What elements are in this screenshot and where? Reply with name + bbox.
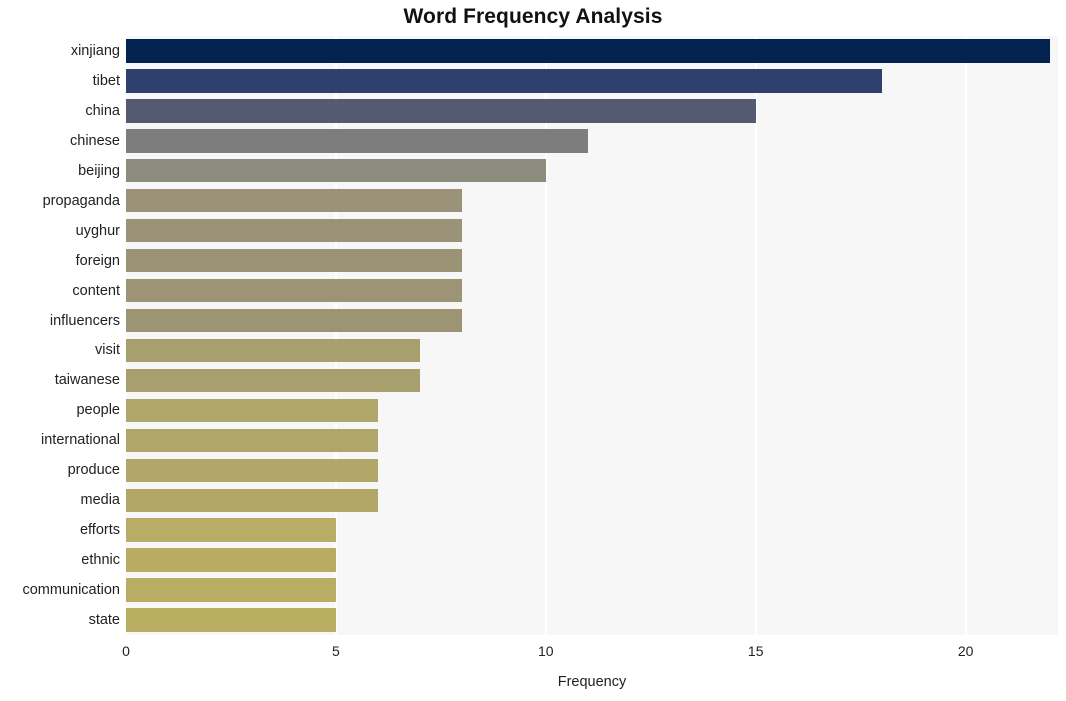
y-tick-label-produce: produce [67, 462, 120, 479]
bar-visit[interactable] [126, 338, 420, 363]
y-tick-label-content: content [72, 282, 120, 299]
bar-row[interactable] [126, 129, 1058, 153]
y-tick-label-communication: communication [22, 582, 120, 599]
bar-content[interactable] [126, 278, 462, 303]
x-tick-label-5: 5 [332, 643, 340, 659]
y-tick-label-efforts: efforts [79, 522, 120, 539]
y-tick-label-people: people [76, 402, 120, 419]
bar-influencers[interactable] [126, 308, 462, 333]
bar-people[interactable] [126, 398, 378, 423]
bar-taiwanese[interactable] [126, 368, 420, 393]
bar-row[interactable] [126, 458, 1058, 482]
bar-row[interactable] [126, 338, 1058, 363]
bar-row[interactable] [126, 428, 1058, 452]
bar-foreign[interactable] [126, 248, 462, 273]
y-tick-label-influencers: influencers [49, 312, 120, 329]
bar-international[interactable] [126, 428, 378, 452]
gridline-x-15 [754, 36, 757, 635]
y-tick-label-propaganda: propaganda [42, 192, 120, 209]
bar-row[interactable] [126, 189, 1058, 213]
y-tick-label-china: china [85, 102, 120, 119]
bar-row[interactable] [126, 69, 1058, 93]
y-tick-label-tibet: tibet [92, 72, 120, 89]
bar-row[interactable] [126, 608, 1058, 632]
y-tick-label-visit: visit [95, 342, 120, 359]
bar-row[interactable] [126, 99, 1058, 123]
bar-row[interactable] [126, 578, 1058, 602]
plot-area [126, 36, 1058, 635]
gridline-x-20 [964, 36, 967, 635]
y-tick-label-xinjiang: xinjiang [70, 42, 120, 59]
bar-row[interactable] [126, 548, 1058, 572]
y-tick-label-foreign: foreign [75, 252, 120, 269]
bar-row[interactable] [126, 218, 1058, 243]
bar-beijing[interactable] [126, 159, 546, 183]
y-tick-label-international: international [41, 432, 120, 449]
chart-title: Word Frequency Analysis [403, 5, 663, 28]
y-tick-label-uyghur: uyghur [75, 222, 120, 239]
y-tick-label-ethnic: ethnic [81, 552, 120, 569]
bar-row[interactable] [126, 159, 1058, 183]
x-tick-label-20: 20 [957, 643, 974, 659]
bar-chinese[interactable] [126, 129, 588, 153]
bar-row[interactable] [126, 488, 1058, 512]
bar-efforts[interactable] [126, 518, 336, 542]
x-tick-label-0: 0 [122, 643, 130, 659]
bar-row[interactable] [126, 368, 1058, 393]
bar-row[interactable] [126, 518, 1058, 542]
bar-china[interactable] [126, 99, 756, 123]
bar-row[interactable] [126, 278, 1058, 303]
x-axis-tick-labels: 0 5 10 15 20 [122, 635, 1058, 665]
bar-uyghur[interactable] [126, 218, 462, 243]
bar-communication[interactable] [126, 578, 336, 602]
bar-row[interactable] [126, 39, 1058, 63]
bar-propaganda[interactable] [126, 189, 462, 213]
bar-ethnic[interactable] [126, 548, 336, 572]
bar-tibet[interactable] [126, 69, 882, 93]
x-tick-label-10: 10 [538, 643, 554, 659]
bar-produce[interactable] [126, 458, 378, 482]
bar-xinjiang[interactable] [126, 39, 1050, 63]
bar-row[interactable] [126, 248, 1058, 273]
x-axis-title: Frequency [557, 674, 627, 690]
y-tick-label-taiwanese: taiwanese [54, 372, 120, 389]
bar-row[interactable] [126, 398, 1058, 423]
bar-media[interactable] [126, 488, 378, 512]
y-tick-label-chinese: chinese [70, 132, 120, 149]
word-frequency-chart: Word Frequency Analysis xinjiang tibet chi… [0, 0, 1066, 701]
gridline-x-5 [334, 36, 337, 635]
x-tick-label-15: 15 [747, 643, 764, 659]
y-tick-label-media: media [80, 492, 121, 509]
gridline-x-0 [126, 36, 127, 635]
bar-state[interactable] [126, 608, 336, 632]
gridline-x-10 [544, 36, 547, 635]
bar-row[interactable] [126, 308, 1058, 333]
y-axis-tick-labels: xinjiang tibet china chinese beijing propagan… [0, 36, 120, 635]
y-tick-label-state: state [88, 612, 120, 629]
y-tick-label-beijing: beijing [78, 162, 120, 179]
